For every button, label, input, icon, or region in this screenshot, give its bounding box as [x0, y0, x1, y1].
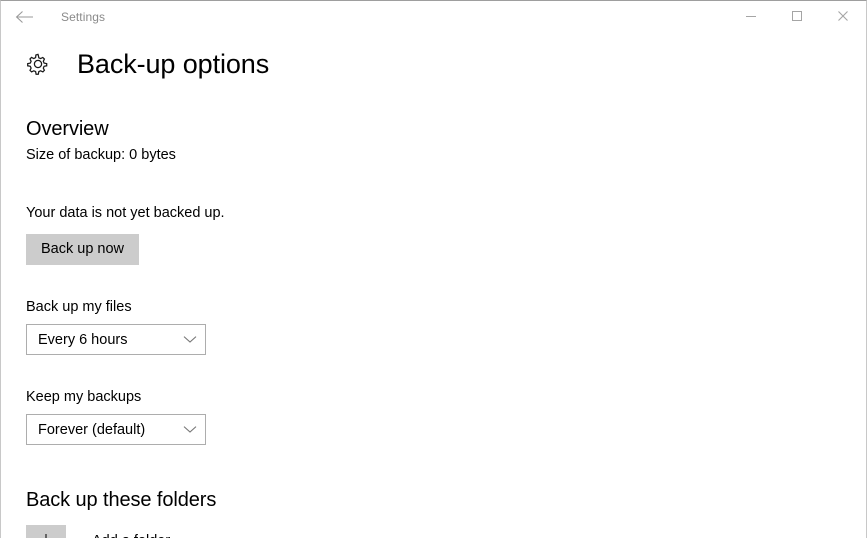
window-title: Settings	[61, 10, 106, 24]
backup-frequency-label: Back up my files	[26, 299, 132, 315]
page-header: Back-up options	[1, 49, 866, 79]
settings-window: Settings Back-up options Overview Size o…	[0, 0, 867, 538]
back-button[interactable]	[3, 2, 47, 33]
overview-heading: Overview	[26, 118, 109, 140]
backup-retention-group: Keep my backups Forever (default)	[26, 389, 846, 445]
minimize-icon	[746, 16, 756, 17]
main-content: Overview Size of backup: 0 bytes Your da…	[1, 118, 866, 538]
chevron-down-icon	[175, 425, 205, 434]
maximize-icon	[792, 11, 802, 21]
backup-status-text: Your data is not yet backed up.	[26, 205, 225, 221]
backup-frequency-group: Back up my files Every 6 hours	[26, 299, 846, 355]
chevron-down-icon	[175, 335, 205, 344]
minimize-button[interactable]	[728, 1, 774, 31]
backup-size-text: Size of backup: 0 bytes	[26, 147, 176, 163]
backup-frequency-value: Every 6 hours	[38, 331, 128, 348]
add-folder-row[interactable]: Add a folder	[26, 525, 846, 538]
title-bar: Settings	[1, 1, 866, 33]
backup-folders-heading: Back up these folders	[26, 489, 217, 511]
caption-button-group	[728, 1, 866, 31]
back-arrow-icon	[15, 11, 33, 23]
backup-retention-select[interactable]: Forever (default)	[26, 414, 206, 445]
backup-retention-value: Forever (default)	[38, 421, 146, 438]
maximize-button[interactable]	[774, 1, 820, 31]
plus-icon[interactable]	[26, 525, 66, 538]
page-title: Back-up options	[77, 48, 270, 79]
close-button[interactable]	[820, 1, 866, 31]
backup-retention-label: Keep my backups	[26, 389, 142, 405]
gear-icon	[23, 49, 53, 79]
backup-frequency-select[interactable]: Every 6 hours	[26, 324, 206, 355]
close-icon	[838, 11, 848, 21]
back-up-now-button[interactable]: Back up now	[26, 234, 139, 265]
add-folder-label: Add a folder	[92, 533, 170, 538]
